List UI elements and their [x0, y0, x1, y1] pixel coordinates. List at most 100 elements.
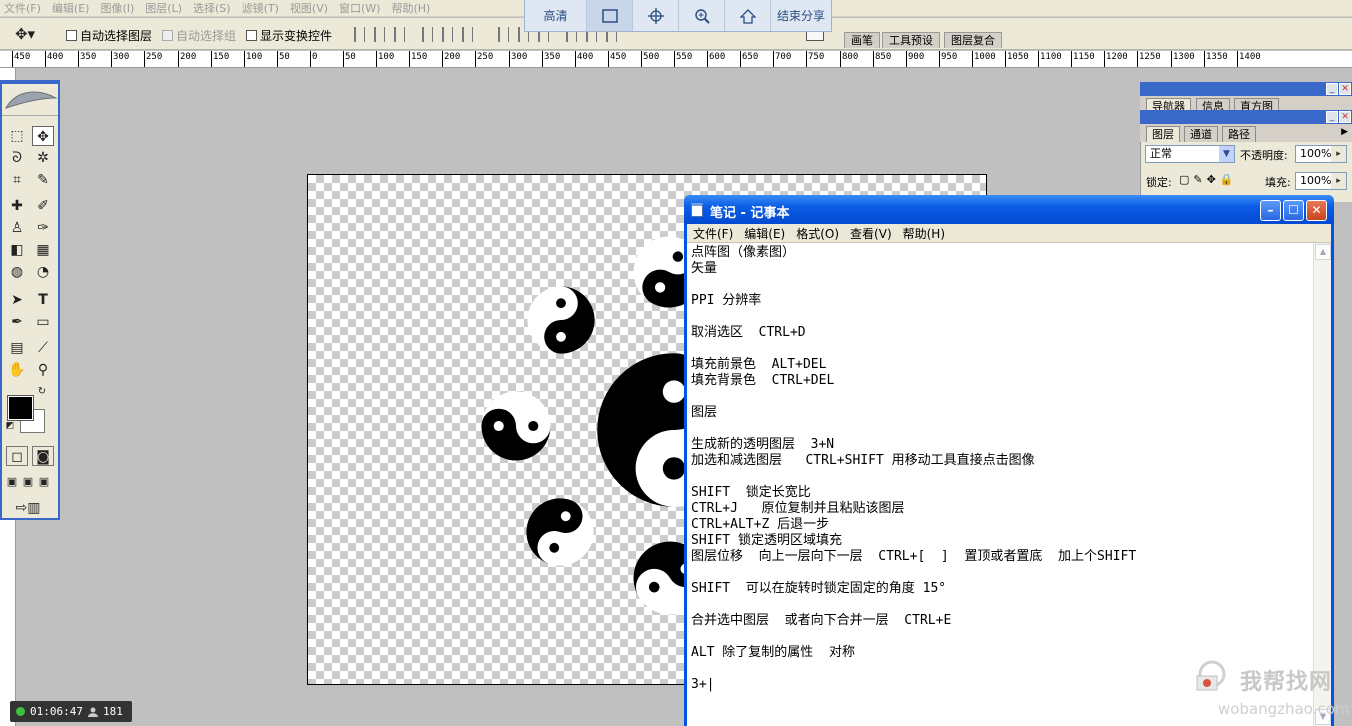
fill-input[interactable]: 100% ▸ [1295, 172, 1347, 190]
blend-mode-select[interactable]: 正常 ▼ [1145, 145, 1235, 163]
notepad-menu-view[interactable]: 查看(V) [844, 224, 897, 242]
zoom-tool-icon[interactable]: ⚲ [32, 360, 54, 380]
crosshair-button[interactable] [633, 0, 679, 31]
auto-select-layer-option[interactable]: 自动选择图层 [66, 27, 152, 44]
menu-file[interactable]: 文件(F) [0, 0, 48, 16]
opacity-input[interactable]: 100% ▸ [1295, 145, 1347, 163]
ruler-tick [906, 51, 907, 67]
lasso-tool-icon[interactable]: ᘐ [6, 148, 28, 168]
auto-select-layer-checkbox[interactable] [66, 30, 77, 41]
magic-wand-tool-icon[interactable]: ✲ [32, 148, 54, 168]
home-button[interactable] [725, 0, 771, 31]
pen-tool-icon[interactable]: ✒ [6, 312, 28, 332]
screen-mode-standard-icon[interactable]: ▣ [4, 472, 20, 492]
tab-paths[interactable]: 路径 [1222, 126, 1256, 142]
slice-tool-icon[interactable]: ✎ [32, 170, 54, 190]
align-vcenter-icon[interactable] [374, 27, 385, 42]
screen-mode-menubar-icon[interactable]: ▣ [20, 472, 36, 492]
layers-panel-titlebar[interactable]: _ ✕ [1140, 110, 1352, 124]
ruler-tick-label: 850 [875, 52, 892, 62]
distribute-top-icon[interactable] [498, 27, 509, 42]
screen-mode-full-icon[interactable]: ▣ [36, 472, 52, 492]
healing-brush-tool-icon[interactable]: ✚ [6, 196, 28, 216]
notepad-vertical-scrollbar[interactable]: ▲ ▼ [1313, 243, 1331, 726]
notepad-menu-help[interactable]: 帮助(H) [897, 224, 950, 242]
zoom-button[interactable] [679, 0, 725, 31]
align-right-icon[interactable] [462, 27, 473, 42]
maximize-button[interactable]: ☐ [1283, 200, 1304, 221]
hand-tool-icon[interactable]: ✋ [6, 360, 28, 380]
notepad-menu-edit[interactable]: 编辑(E) [738, 224, 790, 242]
align-left-icon[interactable] [422, 27, 433, 42]
menu-select[interactable]: 选择(S) [189, 0, 238, 16]
close-icon[interactable]: ✕ [1339, 111, 1351, 123]
text-line [691, 277, 1313, 293]
tab-channels[interactable]: 通道 [1184, 126, 1218, 142]
tab-tool-presets[interactable]: 工具预设 [882, 32, 940, 48]
menu-edit[interactable]: 编辑(E) [48, 0, 97, 16]
standard-mode-icon[interactable]: ◻ [6, 446, 28, 466]
select-region-button[interactable] [587, 0, 633, 31]
menu-view[interactable]: 视图(V) [286, 0, 335, 16]
shape-tool-icon[interactable]: ▭ [32, 312, 54, 332]
notepad-menu-file[interactable]: 文件(F) [687, 224, 738, 242]
gradient-tool-icon[interactable]: ▦ [32, 240, 54, 260]
move-tool-icon[interactable]: ✥ [32, 126, 54, 146]
eraser-tool-icon[interactable]: ◧ [6, 240, 28, 260]
tab-layer-comps[interactable]: 图层复合 [944, 32, 1002, 48]
feather-logo-icon [4, 91, 58, 109]
minimize-icon[interactable]: _ [1326, 83, 1338, 95]
navigator-panel-titlebar[interactable]: _ ✕ [1140, 82, 1352, 96]
lock-icons[interactable]: ▢✎✥🔒 [1179, 173, 1238, 186]
notes-tool-icon[interactable]: ▤ [6, 338, 28, 358]
recording-indicator-icon [16, 707, 25, 716]
brush-tool-icon[interactable]: ✐ [32, 196, 54, 216]
align-hcenter-icon[interactable] [442, 27, 453, 42]
tab-brushes[interactable]: 画笔 [844, 32, 880, 48]
show-transform-option[interactable]: 显示变换控件 [246, 27, 332, 44]
history-brush-tool-icon[interactable]: ✑ [32, 218, 54, 238]
menu-filter[interactable]: 滤镜(T) [238, 0, 286, 16]
eyedropper-tool-icon[interactable]: ⟋ [32, 338, 54, 358]
quick-mask-mode-icon[interactable]: ◙ [32, 446, 54, 466]
quality-button[interactable]: 高清 [525, 0, 587, 31]
ruler-tick [144, 51, 145, 67]
close-button[interactable]: ✕ [1306, 200, 1327, 221]
notepad-menu-format[interactable]: 格式(O) [790, 224, 844, 242]
menu-help[interactable]: 帮助(H) [387, 0, 437, 16]
ruler-tick [45, 51, 46, 67]
default-colors-icon[interactable]: ◩ [4, 420, 16, 432]
type-tool-icon[interactable]: T [32, 290, 54, 310]
marquee-tool-icon[interactable]: ⬚ [6, 126, 28, 146]
ruler-tick-label: 450 [14, 52, 31, 62]
notepad-titlebar[interactable]: 笔记 - 记事本 – ☐ ✕ [684, 195, 1334, 224]
swap-colors-icon[interactable]: ↻ [36, 386, 48, 398]
clone-stamp-tool-icon[interactable]: ♙ [6, 218, 28, 238]
minimize-icon[interactable]: _ [1326, 111, 1338, 123]
notepad-text-area[interactable]: 点阵图（像素图） 矢量 PPI 分辨率 取消选区 CTRL+D 填充前景色 AL… [687, 243, 1313, 726]
crop-tool-icon[interactable]: ⌗ [6, 170, 28, 190]
close-icon[interactable]: ✕ [1339, 83, 1351, 95]
auto-select-group-option[interactable]: 自动选择组 [162, 27, 236, 44]
scroll-up-icon[interactable]: ▲ [1315, 244, 1331, 260]
path-selection-tool-icon[interactable]: ➤ [6, 290, 28, 310]
align-bottom-icon[interactable] [394, 27, 405, 42]
move-tool-preset-icon[interactable]: ✥▾ [14, 24, 36, 44]
blur-tool-icon[interactable]: ◍ [6, 262, 28, 282]
align-top-icon[interactable] [354, 27, 365, 42]
dodge-tool-icon[interactable]: ◔ [32, 262, 54, 282]
end-share-button[interactable]: 结束分享 [771, 0, 831, 31]
show-transform-checkbox[interactable] [246, 30, 257, 41]
ruler-tick-label: 350 [544, 52, 561, 62]
tab-layers[interactable]: 图层 [1146, 126, 1180, 142]
panel-menu-icon[interactable]: ▶ [1341, 127, 1348, 137]
menu-layer[interactable]: 图层(L) [141, 0, 189, 16]
auto-select-group-checkbox[interactable] [162, 30, 173, 41]
show-transform-label: 显示变换控件 [260, 29, 333, 43]
menu-window[interactable]: 窗口(W) [335, 0, 387, 16]
foreground-color-swatch[interactable] [7, 395, 34, 421]
menu-image[interactable]: 图像(I) [96, 0, 141, 16]
jump-to-imageready-icon[interactable]: ⇨▥ [6, 498, 50, 518]
minimize-button[interactable]: – [1260, 200, 1281, 221]
yin-yang-image [527, 286, 595, 354]
